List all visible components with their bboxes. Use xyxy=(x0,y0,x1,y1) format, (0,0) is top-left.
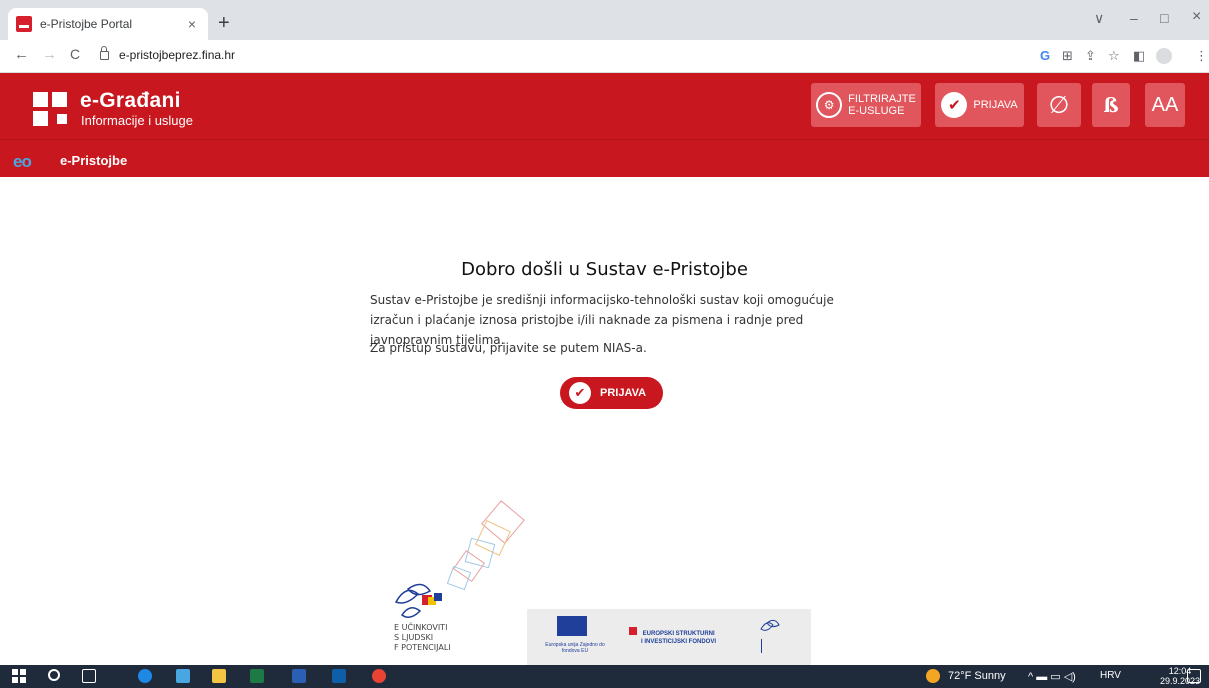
login-instruction: Za pristup sustavu, prijavite se putem N… xyxy=(370,341,647,355)
file-explorer-icon[interactable] xyxy=(212,669,226,683)
browser-toolbar: ← → C e-pristojbeprez.fina.hr G ⊞ ⇪ ☆ ◧ … xyxy=(0,40,1209,73)
windows-start-icon[interactable] xyxy=(12,669,26,683)
dyslexia-icon: ß xyxy=(1103,93,1119,117)
translate-icon[interactable]: ⊞ xyxy=(1062,48,1073,64)
eu-funds-banner: Europska unija Zajedno do fondova EU EUR… xyxy=(527,609,811,665)
search-icon[interactable] xyxy=(48,669,60,681)
checkmark-icon: ✔ xyxy=(569,382,591,404)
filter-label-line1: FILTRIRAJTE xyxy=(848,93,916,105)
checkmark-icon: ✔ xyxy=(941,92,968,118)
esf-graphic-icon xyxy=(394,500,525,618)
filter-label-line2: E-USLUGE xyxy=(848,105,905,117)
address-bar[interactable]: e-pristojbeprez.fina.hr xyxy=(100,45,236,62)
reload-button[interactable]: C xyxy=(70,46,80,62)
back-button[interactable]: ← xyxy=(14,46,29,63)
eu-caption: Europska unija Zajedno do fondova EU xyxy=(545,642,605,654)
help-icon[interactable] xyxy=(138,669,152,683)
task-view-icon[interactable] xyxy=(82,669,96,683)
page-title: Dobro došli u Sustav e-Pristojbe xyxy=(461,259,748,280)
new-tab-button[interactable]: + xyxy=(218,13,230,33)
esf-line1: E UČINKOVITI xyxy=(394,623,448,632)
forward-button[interactable]: → xyxy=(42,46,57,63)
maximize-button[interactable]: □ xyxy=(1160,10,1168,26)
dyslexia-font-button[interactable]: ß xyxy=(1092,83,1130,127)
screen: e-Pristojbe Portal × + ∨ – □ × ← → C e-p… xyxy=(0,0,1209,688)
lock-icon xyxy=(100,45,109,60)
chrome-icon[interactable] xyxy=(372,669,386,683)
menu-icon[interactable]: ⋮ xyxy=(1195,48,1208,64)
filter-icon: ⚙ xyxy=(816,92,843,118)
weather-sun-icon[interactable] xyxy=(926,669,940,683)
browser-tabstrip: e-Pristojbe Portal × + ∨ – □ × xyxy=(0,0,1209,40)
word-icon[interactable] xyxy=(292,669,306,683)
close-window-button[interactable]: × xyxy=(1192,8,1201,26)
sidepanel-icon[interactable]: ◧ xyxy=(1133,48,1145,64)
brand-subtitle: Informacije i usluge xyxy=(81,113,193,128)
filter-eservices-button[interactable]: ⚙ FILTRIRAJTE E-USLUGE xyxy=(811,83,921,127)
strukturni-logo-icon xyxy=(629,627,637,635)
header-divider xyxy=(0,139,1209,140)
tab-title: e-Pristojbe Portal xyxy=(40,17,133,31)
language-indicator[interactable]: HRV xyxy=(1100,670,1121,681)
site-header: e-Građani Informacije i usluge ⚙ FILTRIR… xyxy=(0,73,1209,177)
browser-tab[interactable]: e-Pristojbe Portal × xyxy=(8,8,208,40)
contrast-icon: ∅ xyxy=(1048,91,1070,119)
weather-text[interactable]: 72°F Sunny xyxy=(948,670,1006,682)
outlook-icon[interactable] xyxy=(332,669,346,683)
notifications-icon[interactable] xyxy=(1187,669,1201,683)
e-gradani-logo-icon[interactable] xyxy=(33,92,67,126)
header-login-label: PRIJAVA xyxy=(973,99,1018,111)
url-text: e-pristojbeprez.fina.hr xyxy=(119,48,236,62)
star-icon[interactable]: ☆ xyxy=(1108,48,1120,64)
main-login-button[interactable]: ✔ PRIJAVA xyxy=(560,377,663,409)
brand-name[interactable]: e-Građani xyxy=(80,89,181,113)
struct-line1: EUROPSKI STRUKTURNI xyxy=(642,631,715,637)
subnav-title[interactable]: e-Pristojbe xyxy=(60,153,127,168)
font-size-icon: AA xyxy=(1151,93,1179,116)
tray-icons[interactable]: ^ ▬ ▭ ◁) xyxy=(1028,670,1076,683)
esf-line3: F POTENCIJALI xyxy=(394,643,451,652)
minimize-button[interactable]: – xyxy=(1130,10,1138,26)
esf-line2: S LJUDSKI xyxy=(394,633,434,642)
tab-close-icon[interactable]: × xyxy=(184,16,200,32)
e-pristojbe-logo-icon[interactable]: eo xyxy=(13,152,32,172)
esf-small-logo-icon xyxy=(757,617,787,657)
header-login-button[interactable]: ✔ PRIJAVA xyxy=(935,83,1024,127)
eu-flag-icon xyxy=(557,616,587,636)
share-icon[interactable]: ⇪ xyxy=(1085,48,1096,64)
app-icon[interactable] xyxy=(176,669,190,683)
profile-icon[interactable] xyxy=(1156,48,1172,64)
main-login-label: PRIJAVA xyxy=(600,387,647,399)
windows-taskbar: 72°F Sunny ^ ▬ ▭ ◁) HRV 12:04 29.9.2023 xyxy=(0,665,1209,688)
excel-icon[interactable] xyxy=(250,669,264,683)
site-favicon-icon xyxy=(16,16,32,32)
google-icon[interactable]: G xyxy=(1040,48,1050,63)
struct-line2: I INVESTICIJSKI FONDOVI xyxy=(641,639,717,645)
tab-search-dropdown-icon[interactable]: ∨ xyxy=(1094,10,1104,27)
font-size-button[interactable]: AA xyxy=(1145,83,1185,127)
contrast-toggle-button[interactable]: ∅ xyxy=(1037,83,1081,127)
